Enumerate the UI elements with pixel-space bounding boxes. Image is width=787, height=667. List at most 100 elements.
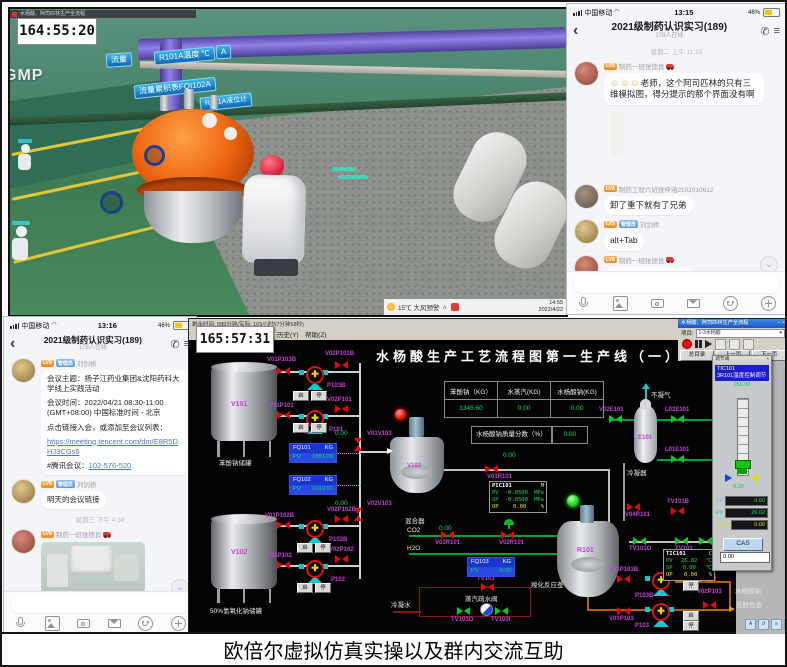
avatar[interactable]: [11, 479, 36, 504]
avatar[interactable]: [11, 529, 36, 554]
message-bubble[interactable]: 卸了重下就有了兄弟: [604, 196, 693, 215]
record-icon[interactable]: [682, 339, 692, 349]
totalizer-fq102[interactable]: FQ102KG PV1612.97: [289, 475, 337, 495]
valve-icon[interactable]: [617, 607, 623, 615]
tool-button[interactable]: A: [745, 619, 756, 630]
valve-handwheel-icon[interactable]: [144, 145, 165, 166]
message-bubble[interactable]: ☺☺☺老师，这个阿司匹林的只有三维模拟图，得分提示的那个界面没有啊: [604, 73, 764, 105]
valve-icon[interactable]: [335, 515, 341, 523]
back-button[interactable]: ‹: [10, 334, 15, 354]
tool-button[interactable]: ≡: [771, 619, 782, 630]
start-button[interactable]: 启: [293, 391, 309, 401]
more-icon[interactable]: [171, 616, 186, 631]
valve-icon[interactable]: [277, 411, 283, 419]
controller-tic101[interactable]: TIC101C PV26.02℃ SP0.00℃ OP0.00%: [663, 549, 715, 581]
valve-icon[interactable]: [633, 537, 639, 545]
menu-bar[interactable]: 历史(Y) 帮助(Z): [277, 329, 326, 339]
valve-icon[interactable]: [671, 507, 677, 515]
valve-icon[interactable]: [277, 561, 283, 569]
valve-icon[interactable]: [671, 455, 677, 463]
stop-button[interactable]: 停: [315, 543, 331, 553]
image-icon[interactable]: [45, 616, 60, 631]
voice-call-icon[interactable]: ✆: [170, 338, 179, 351]
op-field[interactable]: 0.00: [731, 520, 768, 530]
emoji-icon[interactable]: [723, 296, 738, 311]
camera-icon[interactable]: [651, 297, 664, 310]
start-button[interactable]: 启: [297, 583, 313, 593]
start-button[interactable]: 启: [683, 611, 699, 621]
pump-p103b[interactable]: ✚: [306, 366, 324, 384]
tag-flow-partial[interactable]: 流量: [106, 52, 133, 68]
mic-icon[interactable]: [577, 297, 590, 310]
valve-handwheel-icon[interactable]: [100, 191, 123, 214]
catalog-button[interactable]: 总目录: [680, 350, 714, 361]
tray-notification-icon[interactable]: [451, 303, 459, 311]
stop-button[interactable]: 停: [683, 581, 699, 591]
slider-low-marker[interactable]: [725, 474, 732, 482]
avatar[interactable]: [574, 219, 599, 244]
valve-icon[interactable]: [457, 607, 463, 615]
meeting-id-link[interactable]: 102-576-520: [89, 461, 132, 470]
pump-p102[interactable]: ✚: [306, 560, 324, 578]
controller-pic101[interactable]: PIC101M PV-0.0500MPa SP-0.0500MPa OP0.00…: [489, 481, 547, 513]
valve-icon[interactable]: [354, 438, 362, 444]
valve-icon[interactable]: [335, 555, 341, 563]
valve-icon[interactable]: [277, 367, 283, 375]
valve-icon[interactable]: [485, 465, 491, 473]
message-input[interactable]: [11, 596, 189, 613]
valve-icon[interactable]: [277, 521, 283, 529]
valve-icon[interactable]: [703, 601, 709, 609]
snapshot-icon[interactable]: [729, 339, 740, 350]
valve-icon[interactable]: [335, 405, 341, 413]
photo-attachment[interactable]: [604, 108, 696, 180]
stop-button[interactable]: 停: [315, 583, 331, 593]
valve-icon[interactable]: [699, 537, 705, 545]
valve-icon[interactable]: [501, 531, 507, 539]
stop-button[interactable]: 停: [683, 621, 699, 631]
valve-icon[interactable]: [481, 583, 487, 591]
cas-button[interactable]: CAS: [723, 538, 763, 551]
pump-p102b[interactable]: ✚: [306, 520, 324, 538]
tool-button[interactable]: ↺: [758, 619, 769, 630]
message-input[interactable]: [574, 276, 779, 293]
windows-taskbar[interactable]: 15℃ 大风预警 ∧ 14:552022/4/22: [384, 299, 566, 315]
avatar[interactable]: [574, 61, 599, 86]
valve-icon[interactable]: [335, 361, 341, 369]
valve-icon[interactable]: [671, 415, 677, 423]
stop-button[interactable]: 停: [311, 423, 327, 433]
stop-button[interactable]: 停: [311, 391, 327, 401]
clock-icon[interactable]: [743, 339, 754, 350]
mic-icon[interactable]: [14, 617, 27, 630]
window-controls[interactable]: – ×: [778, 319, 785, 328]
start-button[interactable]: 启: [297, 543, 313, 553]
tray-chevron-icon[interactable]: ∧: [443, 304, 448, 311]
image-icon[interactable]: [613, 296, 628, 311]
message-bubble[interactable]: alt+Tab: [604, 231, 644, 250]
avatar[interactable]: [574, 184, 599, 209]
meeting-link[interactable]: https://meeting.tencent.com/dm/E8R5DHJ3C…: [47, 437, 178, 456]
totalizer-fq103[interactable]: FQ103KG PV0.00: [467, 557, 515, 577]
message-bubble[interactable]: 明天的会议链接: [41, 491, 106, 509]
valve-icon[interactable]: [495, 607, 501, 615]
condenser-e101[interactable]: [634, 405, 657, 463]
meeting-message-bubble[interactable]: 会议主题：扬子江药业集团&沈阳药科大学线上实践活动 会议时间：2022/04/2…: [41, 370, 189, 475]
play-icon[interactable]: [705, 340, 712, 348]
avatar[interactable]: [11, 358, 36, 383]
slider-high-marker[interactable]: [751, 474, 758, 482]
voice-call-icon[interactable]: ✆: [760, 25, 769, 38]
valve-icon[interactable]: [675, 537, 681, 545]
slider-handle[interactable]: [735, 460, 751, 469]
valve-icon[interactable]: [627, 503, 633, 511]
start-button[interactable]: 启: [293, 423, 309, 433]
valve-icon[interactable]: [609, 415, 615, 423]
redpacket-icon[interactable]: [108, 617, 121, 630]
camera-icon[interactable]: [77, 617, 90, 630]
emoji-icon[interactable]: [138, 616, 153, 631]
more-icon[interactable]: [761, 296, 776, 311]
close-icon[interactable]: ×: [766, 356, 769, 364]
pump-p103[interactable]: ✚: [652, 603, 670, 621]
totalizer-fq101[interactable]: FQ101KG PV1881.08: [289, 443, 337, 463]
redpacket-icon[interactable]: [687, 297, 700, 310]
photo-attachment[interactable]: [41, 542, 145, 594]
back-button[interactable]: ‹: [573, 21, 578, 41]
